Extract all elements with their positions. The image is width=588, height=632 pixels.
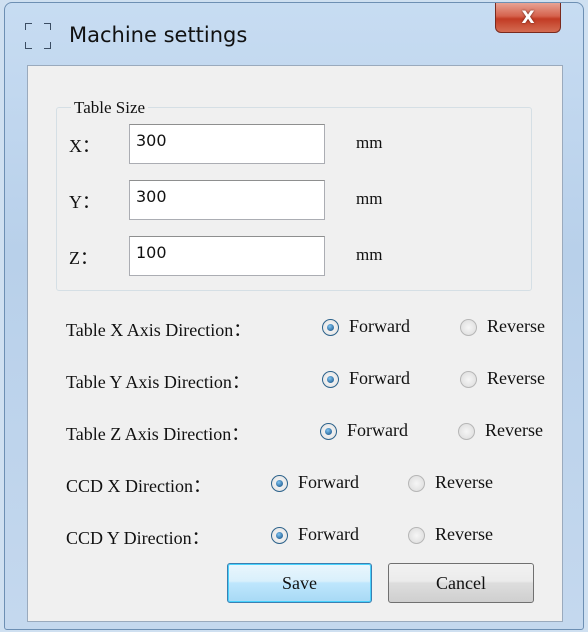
radio-unchecked-icon bbox=[460, 371, 477, 388]
radio-checked-icon bbox=[271, 527, 288, 544]
radio-label: Reverse bbox=[435, 472, 493, 492]
table-size-z-label: Z： bbox=[69, 248, 98, 268]
radio-checked-icon bbox=[322, 371, 339, 388]
table-size-x-input[interactable]: 300 bbox=[129, 124, 325, 164]
radio-unchecked-icon bbox=[458, 423, 475, 440]
table-y-direction-label: Table Y Axis Direction： bbox=[66, 372, 250, 392]
table-size-y-label: Y： bbox=[69, 192, 100, 212]
title-bar[interactable]: Machine settings X bbox=[5, 3, 583, 65]
close-icon: X bbox=[521, 7, 535, 28]
radio-label: Forward bbox=[298, 472, 359, 492]
radio-label: Forward bbox=[349, 368, 410, 388]
table-size-y-input[interactable]: 300 bbox=[129, 180, 325, 220]
radio-checked-icon bbox=[322, 319, 339, 336]
app-icon bbox=[25, 23, 51, 49]
radio-unchecked-icon bbox=[460, 319, 477, 336]
radio-unchecked-icon bbox=[408, 527, 425, 544]
radio-label: Reverse bbox=[487, 316, 545, 336]
radio-checked-icon bbox=[320, 423, 337, 440]
dialog-body: Table Size X： 300 mm Y： 300 mm Z： 100 mm… bbox=[27, 65, 563, 622]
table-size-z-row: Z： 100 mm bbox=[69, 236, 529, 276]
radio-label: Reverse bbox=[435, 524, 493, 544]
table-size-x-row: X： 300 mm bbox=[69, 124, 529, 164]
radio-unchecked-icon bbox=[408, 475, 425, 492]
table-size-z-unit: mm bbox=[356, 245, 383, 264]
table-x-direction-label: Table X Axis Direction： bbox=[66, 320, 252, 340]
table-size-y-unit: mm bbox=[356, 189, 383, 208]
radio-label: Forward bbox=[347, 420, 408, 440]
dialog-window: Machine settings X Table Size X： 300 mm … bbox=[4, 2, 584, 630]
ccd-y-direction-label: CCD Y Direction： bbox=[66, 528, 210, 548]
table-size-x-label: X： bbox=[69, 136, 100, 156]
window-title: Machine settings bbox=[69, 23, 248, 47]
radio-label: Forward bbox=[349, 316, 410, 336]
ccd-x-direction-label: CCD X Direction： bbox=[66, 476, 211, 496]
save-button[interactable]: Save bbox=[227, 563, 372, 603]
radio-label: Reverse bbox=[485, 420, 543, 440]
table-size-y-row: Y： 300 mm bbox=[69, 180, 529, 220]
cancel-button[interactable]: Cancel bbox=[388, 563, 534, 603]
table-size-x-unit: mm bbox=[356, 133, 383, 152]
radio-label: Reverse bbox=[487, 368, 545, 388]
radio-label: Forward bbox=[298, 524, 359, 544]
table-z-direction-label: Table Z Axis Direction： bbox=[66, 424, 250, 444]
radio-checked-icon bbox=[271, 475, 288, 492]
close-button[interactable]: X bbox=[495, 3, 561, 33]
table-size-group: Table Size X： 300 mm Y： 300 mm Z： 100 mm bbox=[56, 98, 532, 291]
table-size-z-input[interactable]: 100 bbox=[129, 236, 325, 276]
table-size-legend: Table Size bbox=[71, 98, 149, 118]
